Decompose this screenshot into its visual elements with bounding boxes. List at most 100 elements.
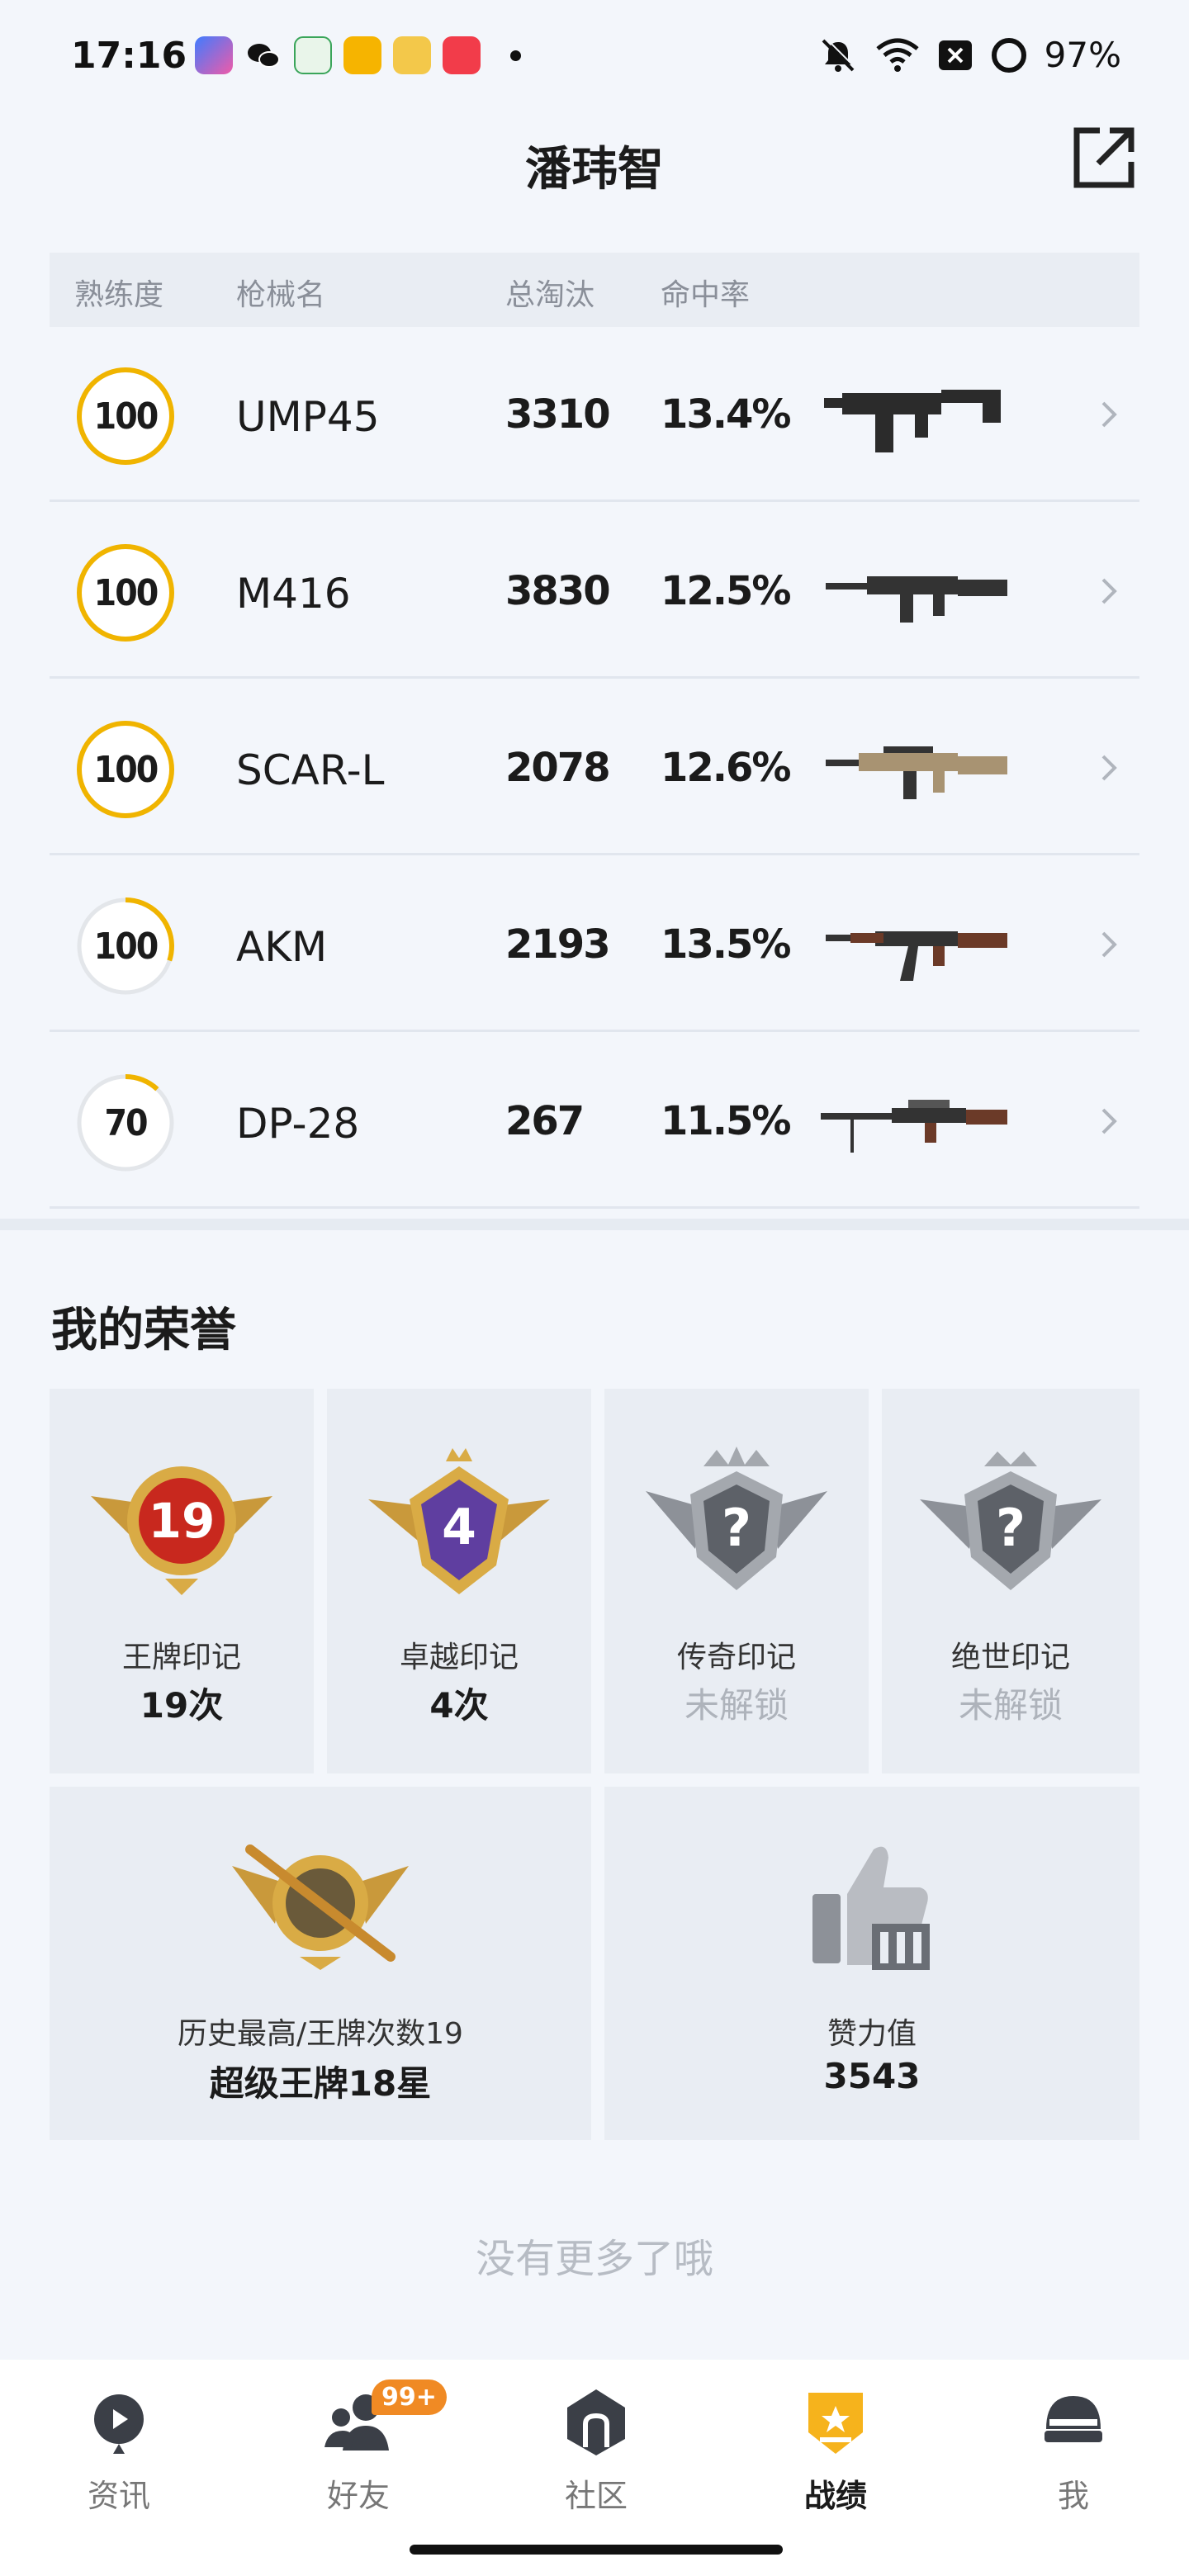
mark-label: 王牌印记: [121, 1641, 241, 1674]
header-proficiency: 熟练度: [74, 278, 164, 312]
chevron-right-icon: [1101, 1108, 1117, 1134]
mark-card-peerless[interactable]: ? 绝世印记 未解锁: [882, 1389, 1139, 1773]
mark-card-legend[interactable]: ? 传奇印记 未解锁: [604, 1389, 869, 1773]
likes-value: 3543: [823, 2056, 921, 2096]
mark-value: 未解锁: [958, 1685, 1063, 1726]
nav-label: 社区: [564, 2478, 628, 2514]
chevron-right-icon: [1101, 931, 1117, 958]
header-gun-name: 枪械名: [236, 278, 326, 312]
thumbs-up-icon: [812, 1846, 930, 1970]
likes-card[interactable]: 赞力值 3543: [604, 1787, 1139, 2140]
legend-mark-locked-icon: ?: [646, 1447, 827, 1590]
battery-percent: 97%: [1044, 35, 1121, 75]
chevron-right-icon: [1101, 755, 1117, 781]
legend-medal-symbol: ?: [722, 1498, 751, 1558]
mark-label: 绝世印记: [950, 1641, 1070, 1674]
system-status: 97%: [818, 35, 1121, 75]
battery-ring-icon: [991, 37, 1026, 73]
excellent-medal-number: 4: [442, 1499, 476, 1556]
news-play-icon: [94, 2394, 144, 2454]
gun-image: [826, 746, 1007, 799]
gun-name: DP-28: [236, 1100, 360, 1148]
nav-label: 我: [1057, 2478, 1089, 2514]
no-more-text: 没有更多了哦: [475, 2236, 713, 2282]
weapons-table-header: 熟练度 枪械名 总淘汰 命中率: [50, 253, 1139, 327]
mark-label: 传奇印记: [676, 1641, 796, 1674]
mark-value: 19次: [140, 1685, 224, 1726]
wechat-icon: [248, 44, 280, 68]
close-box-icon: [938, 40, 972, 70]
weapon-row[interactable]: 100 UMP45 3310 13.4%: [50, 327, 1139, 502]
music-app-icon: [343, 36, 381, 74]
share-external-icon[interactable]: [1070, 124, 1138, 192]
nav-tab-news[interactable]: 资讯: [36, 2384, 201, 2516]
total-kills: 267: [505, 1098, 585, 1144]
mark-card-ace[interactable]: 19 王牌印记 19次: [50, 1389, 314, 1773]
hit-rate: 11.5%: [661, 1098, 792, 1144]
status-time: 17:16: [71, 35, 187, 77]
total-kills: 2193: [505, 921, 611, 968]
gun-image: [821, 1100, 1007, 1153]
mute-bell-icon: [822, 36, 856, 72]
proficiency-value: 100: [93, 395, 159, 438]
mark-value: 4次: [429, 1685, 489, 1726]
highest-rank-value: 超级王牌18星: [209, 2063, 432, 2104]
hit-rate: 12.6%: [661, 745, 792, 791]
proficiency-value: 70: [104, 1101, 148, 1144]
section-divider: [0, 1219, 1189, 1230]
mark-value: 未解锁: [684, 1685, 789, 1726]
weapon-row[interactable]: 100 M416 3830 12.5%: [50, 504, 1139, 679]
header-hit-rate: 命中率: [661, 278, 751, 312]
record-badge-icon: [808, 2393, 863, 2454]
total-kills: 3310: [505, 391, 611, 438]
total-kills: 3830: [505, 568, 611, 614]
mark-label: 卓越印记: [399, 1641, 519, 1674]
total-kills: 2078: [505, 745, 611, 791]
friends-badge: 99+: [372, 2379, 447, 2415]
page-title: 潘玮智: [525, 143, 664, 197]
weapon-row[interactable]: 100 SCAR-L 2078 12.6%: [50, 680, 1139, 855]
status-bar: 17:16 97%: [0, 0, 1189, 107]
gun-image: [826, 931, 1007, 981]
news-app-icon: [393, 36, 431, 74]
nav-tab-friends[interactable]: 99+ 好友: [276, 2379, 447, 2516]
proficiency-value: 100: [93, 571, 159, 614]
gun-image: [826, 576, 1007, 623]
proficiency-value: 100: [93, 748, 159, 791]
mark-card-excellent[interactable]: 4 卓越印记 4次: [327, 1389, 591, 1773]
gun-name: UMP45: [236, 393, 380, 441]
more-notifications-dot: [510, 50, 521, 61]
notification-icons: [195, 36, 521, 74]
header-total-kills: 总淘汰: [505, 278, 595, 312]
chevron-right-icon: [1101, 401, 1117, 428]
gun-name: SCAR-L: [236, 746, 385, 794]
hit-rate: 13.5%: [661, 921, 792, 968]
community-icon: [567, 2389, 625, 2455]
gun-name: AKM: [236, 923, 328, 971]
nav-label: 战绩: [803, 2478, 867, 2514]
ace-medal-number: 19: [149, 1493, 216, 1549]
helmet-icon: [1045, 2396, 1102, 2442]
weapon-row[interactable]: 70 DP-28 267 11.5%: [50, 1034, 1139, 1209]
chevron-right-icon: [1101, 578, 1117, 604]
nav-label: 好友: [326, 2478, 390, 2514]
ace-mark-medal-icon: 19: [91, 1466, 272, 1595]
likes-label: 赞力值: [827, 2017, 917, 2051]
gun-name: M416: [236, 570, 351, 618]
bottom-nav: 资讯 99+ 好友 社区 战绩 我: [0, 2360, 1189, 2576]
nav-tab-community[interactable]: 社区: [514, 2384, 679, 2516]
nav-tab-record[interactable]: 战绩: [753, 2384, 918, 2516]
rank-medal-icon: [232, 1844, 409, 1970]
proficiency-value: 100: [93, 925, 159, 968]
weapon-row[interactable]: 100 AKM 2193 13.5%: [50, 857, 1139, 1032]
highest-rank-card[interactable]: 历史最高/王牌次数19 超级王牌18星: [50, 1787, 591, 2140]
game-app-icon: [195, 36, 233, 74]
nav-tab-me[interactable]: 我: [991, 2384, 1156, 2516]
hit-rate: 13.4%: [661, 391, 792, 438]
excellent-mark-medal-icon: 4: [368, 1448, 550, 1594]
hit-rate: 12.5%: [661, 568, 792, 614]
home-indicator[interactable]: [410, 2545, 783, 2555]
music-red-app-icon: [443, 36, 481, 74]
gun-image: [824, 390, 1001, 452]
wifi-icon: [876, 38, 919, 72]
